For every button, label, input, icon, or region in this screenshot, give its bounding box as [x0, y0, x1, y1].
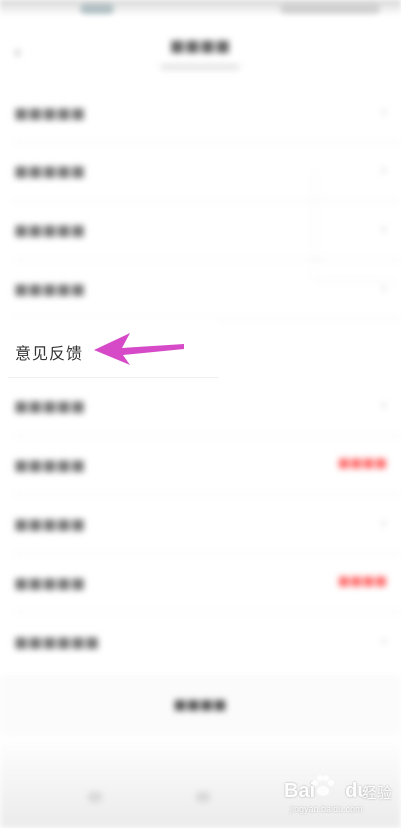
back-arrow-icon[interactable]: ‹ [14, 42, 21, 63]
tab-icon[interactable] [196, 792, 210, 802]
list-item-label: ■■■■■■ [14, 633, 100, 651]
list-item[interactable]: ■■■■■ ■■■■ [0, 555, 401, 613]
list-item[interactable]: ■■■■■ ■■■■ [0, 437, 401, 495]
list-item[interactable]: ■■■■■ › [0, 378, 401, 436]
nav-bar: ‹ ■■■■ [0, 20, 401, 80]
page-subtitle [160, 64, 240, 70]
list-item-label: ■■■■■ [14, 397, 85, 415]
list-item-label: ■■■■■ [14, 162, 85, 180]
arrow-left-icon [94, 333, 184, 365]
list-item-label: ■■■■■ [14, 104, 85, 122]
chevron-right-icon: › [380, 513, 387, 532]
divider [14, 318, 401, 319]
divider [14, 612, 401, 613]
chevron-right-icon: › [380, 631, 387, 650]
status-badge: ■■■■ [337, 574, 387, 589]
feedback-item-label: 意见反馈 [15, 344, 84, 363]
side-panel [314, 170, 395, 281]
divider [14, 494, 401, 495]
list-item-label: ■■■■■ [14, 221, 85, 239]
list-item[interactable]: ■■■■■ › [0, 496, 401, 554]
app-screen: ‹ ■■■■ ■■■■■ › ■■■■■ › ■■■■■ › ■■■■■ › ■… [0, 0, 401, 828]
watermark-domain: jingyan.baidu.com [290, 804, 363, 814]
chevron-right-icon: › [380, 102, 387, 121]
divider [8, 377, 218, 378]
list-item-label: ■■■■■ [14, 515, 85, 533]
list-item-label: ■■■■■ [14, 574, 85, 592]
blurred-settings-list: ‹ ■■■■ ■■■■■ › ■■■■■ › ■■■■■ › ■■■■■ › ■… [0, 0, 401, 828]
watermark-product: 经验 [362, 784, 393, 802]
paw-icon [312, 775, 334, 796]
list-item-label: ■■■■■ [14, 456, 85, 474]
divider [14, 553, 401, 554]
arrow-shape [94, 333, 184, 365]
list-item[interactable]: ■■■■■■ › [0, 614, 401, 672]
chevron-right-icon: › [380, 395, 387, 414]
divider [14, 435, 401, 436]
tab-icon[interactable] [88, 792, 102, 802]
list-item-label: ■■■■■ [14, 280, 85, 298]
list-item[interactable]: ■■■■■ › [0, 85, 401, 143]
status-badge: ■■■■ [337, 456, 387, 471]
page-title: ■■■■ [169, 36, 231, 55]
bottom-button[interactable]: ■■■■ [160, 697, 240, 713]
bottom-action-area: ■■■■ [0, 675, 401, 735]
watermark: Bai du 经验 jingyan.baidu.com [284, 770, 396, 822]
